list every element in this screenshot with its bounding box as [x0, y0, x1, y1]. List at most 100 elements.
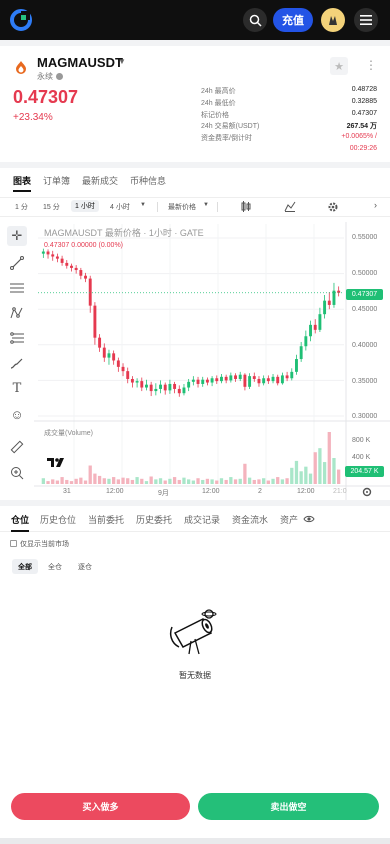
only-current-market-label: 仅显示当前市场	[20, 541, 69, 548]
tab-order-history[interactable]: 历史委托	[136, 513, 172, 526]
tab-assets[interactable]: 资产	[280, 513, 298, 526]
x-tick-label: 9月	[158, 490, 169, 497]
pattern-icon[interactable]	[7, 303, 27, 323]
volume-bar	[205, 478, 210, 484]
volume-bar	[233, 479, 238, 484]
volume-bar	[112, 477, 116, 484]
y-tick-label: 0.35000	[352, 378, 378, 385]
candle-body	[229, 375, 233, 381]
volume-bar	[337, 469, 341, 484]
divider	[217, 202, 218, 212]
favorite-star-icon[interactable]: ★	[330, 57, 348, 75]
candle-body	[51, 254, 55, 257]
candle-style-icon[interactable]	[240, 201, 252, 212]
volume-bar	[41, 478, 45, 484]
tab-chart[interactable]: 图表	[13, 174, 31, 187]
menu-button[interactable]	[354, 8, 378, 32]
volume-bar	[74, 478, 78, 484]
volume-bar	[243, 463, 247, 484]
contract-type-label: 永续	[37, 72, 53, 81]
pair-name[interactable]: MAGMAUSDT	[37, 55, 123, 70]
tab-funding-flow[interactable]: 资金流水	[232, 513, 268, 526]
info-icon[interactable]	[56, 73, 63, 80]
tab-orderbook[interactable]: 订单簿	[43, 174, 70, 187]
divider	[157, 202, 158, 212]
deposit-button[interactable]: 充值	[273, 8, 313, 32]
hamburger-icon	[360, 15, 372, 25]
buy-long-button[interactable]: 买入做多	[11, 793, 190, 820]
brush-icon[interactable]	[7, 353, 27, 373]
funding-rate-label: 资金费率/倒计时	[201, 135, 252, 142]
indicator-icon[interactable]	[284, 201, 296, 212]
last-price: 0.47307	[13, 87, 79, 107]
search-button[interactable]	[243, 8, 267, 32]
ruler-icon[interactable]	[7, 437, 27, 457]
volume-bar	[168, 478, 172, 484]
candle-body	[252, 376, 256, 379]
interval-1m[interactable]: 1 分	[15, 202, 28, 212]
interval-4h[interactable]: 4 小时	[110, 202, 130, 212]
text-tool-icon[interactable]: T	[7, 378, 27, 398]
candle-body	[234, 375, 237, 379]
checkbox[interactable]	[10, 540, 17, 547]
chevron-down-icon[interactable]: ▼	[203, 202, 209, 208]
interval-1h[interactable]: 1 小时	[71, 200, 99, 212]
sell-short-button[interactable]: 卖出做空	[198, 793, 379, 820]
volume-bar	[187, 479, 191, 484]
top-bar: 充值	[0, 0, 390, 40]
candle-body	[88, 278, 92, 306]
volume-bar	[276, 477, 280, 484]
chart-settings-icon[interactable]	[362, 487, 372, 497]
filter-cross[interactable]: 全仓	[42, 559, 68, 574]
candle-body	[55, 256, 59, 259]
stat-label: 标记价格	[201, 112, 229, 119]
emoji-icon[interactable]: ☺	[7, 404, 27, 424]
stat-label: 24h 最高价	[201, 88, 236, 95]
candle-body	[135, 381, 139, 383]
filter-all[interactable]: 全部	[12, 559, 38, 574]
volume-bar	[140, 478, 144, 484]
chart-ohlc-readout: 0.47307 0.00000 (0.00%)	[44, 242, 124, 249]
crosshair-icon[interactable]: ✛	[7, 226, 27, 246]
tab-latest-trades[interactable]: 最新成交	[82, 174, 118, 187]
tab-trade-history[interactable]: 成交记录	[184, 513, 220, 526]
volume-bar	[158, 478, 163, 484]
volume-bar	[257, 479, 261, 484]
price-type-select[interactable]: 最新价格	[168, 202, 196, 212]
volume-bar	[83, 480, 88, 484]
volume-bar	[294, 460, 299, 484]
candle-body	[60, 258, 64, 263]
tab-open-orders[interactable]: 当前委托	[88, 513, 124, 526]
candle-body	[145, 384, 148, 388]
fib-icon[interactable]	[7, 328, 27, 348]
empty-state-text: 暂无数据	[179, 671, 211, 680]
avatar[interactable]	[321, 8, 345, 32]
zoom-in-icon[interactable]	[7, 463, 27, 483]
filter-isolated[interactable]: 逐仓	[72, 559, 98, 574]
x-tick-label: 21:0	[333, 488, 347, 495]
chevron-down-icon[interactable]: ▼	[118, 57, 126, 66]
price-chart[interactable]	[34, 222, 390, 500]
settings-icon[interactable]	[327, 201, 339, 213]
volume-bar	[262, 478, 266, 484]
trendline-icon[interactable]	[7, 253, 27, 273]
brand-logo-icon[interactable]	[10, 9, 32, 31]
more-vertical-icon[interactable]: ⋮	[365, 58, 377, 72]
horizontal-lines-icon[interactable]	[7, 278, 27, 298]
tab-coin-info[interactable]: 币种信息	[130, 174, 166, 187]
only-current-market-toggle[interactable]: 仅显示当前市场	[10, 539, 69, 549]
tab-position-history[interactable]: 历史仓位	[40, 513, 76, 526]
tab-underline	[13, 190, 31, 192]
candle-body	[295, 359, 298, 372]
interval-15m[interactable]: 15 分	[43, 202, 60, 212]
eye-icon[interactable]	[303, 514, 315, 524]
volume-bar	[79, 477, 83, 484]
volume-tick-label: 400 K	[352, 454, 371, 461]
price-change: +23.34%	[13, 112, 53, 123]
contract-type: 永续	[37, 71, 63, 82]
candle-body	[290, 371, 294, 379]
tab-positions[interactable]: 仓位	[11, 513, 29, 526]
interval-dropdown-icon[interactable]: ▼	[140, 202, 146, 208]
chevron-right-icon[interactable]: ›	[374, 200, 377, 210]
volume-bar	[196, 478, 200, 484]
